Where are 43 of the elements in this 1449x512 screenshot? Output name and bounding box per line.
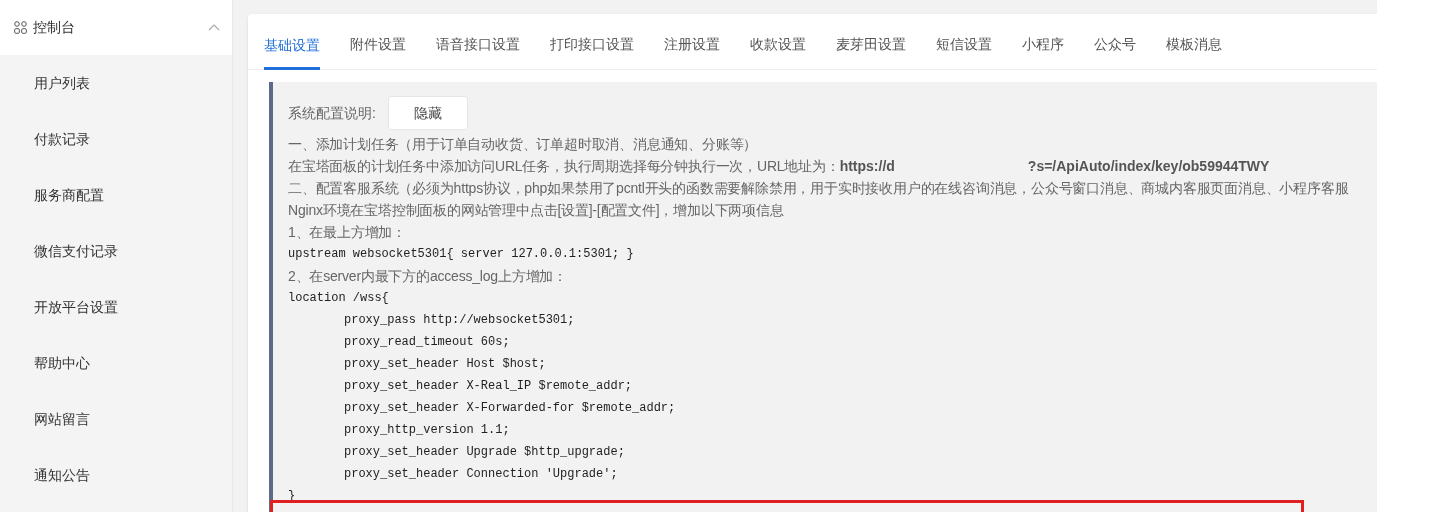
code-line: proxy_read_timeout 60s;	[344, 334, 510, 351]
sidebar-item[interactable]: 付款记录	[0, 111, 232, 167]
tab[interactable]: 基础设置	[264, 35, 320, 70]
grid-icon	[14, 21, 27, 34]
sidebar-item[interactable]: 微信支付记录	[0, 223, 232, 279]
code-line: proxy_set_header Host $host;	[344, 356, 546, 373]
notice-text: 一、添加计划任务（用于订单自动收货、订单超时取消、消息通知、分账等）	[288, 134, 758, 154]
code-line: proxy_set_header Connection 'Upgrade';	[344, 466, 618, 483]
sidebar-item[interactable]: 通知公告	[0, 447, 232, 503]
tab[interactable]: 短信设置	[936, 34, 992, 69]
sidebar-item[interactable]: 服务商配置	[0, 167, 232, 223]
sidebar-item[interactable]: 用户列表	[0, 55, 232, 111]
code-line: proxy_set_header X-Real_IP $remote_addr;	[344, 378, 633, 395]
notice-text: 2、在server内最下方的access_log上方增加：	[288, 266, 567, 286]
tab[interactable]: 模板消息	[1166, 34, 1222, 69]
code-line: upstream websocket5301{ server 127.0.0.1:5301; }	[288, 246, 634, 263]
sidebar-header[interactable]: 控制台	[0, 0, 232, 55]
hide-button[interactable]: 隐藏	[387, 96, 468, 130]
code-line: proxy_pass http://websocket5301;	[344, 312, 575, 329]
url-text: https://d	[839, 156, 895, 176]
sidebar-item[interactable]: 开放平台设置	[0, 279, 232, 335]
notice-text: Nginx环境在宝塔控制面板的网站管理中点击[设置]-[配置文件]，增加以下两项信息	[288, 200, 784, 220]
notice-text: 在宝塔面板的计划任务中添加访问URL任务，执行周期选择每分钟执行一次，URL地址为：	[288, 156, 840, 176]
tab[interactable]: 公众号	[1094, 34, 1136, 69]
code-line: proxy_set_header Upgrade $http_upgrade;	[344, 444, 625, 461]
url-text: ?s=/ApiAuto/index/key/ob59944TWY	[1027, 156, 1270, 176]
notice-label: 系统配置说明:	[288, 103, 376, 123]
tab[interactable]: 语音接口设置	[436, 34, 520, 69]
chevron-icon	[208, 24, 220, 31]
tab[interactable]: 附件设置	[350, 34, 406, 69]
tab[interactable]: 小程序	[1022, 34, 1064, 69]
tab[interactable]: 收款设置	[750, 34, 806, 69]
notice-text: 1、在最上方增加：	[288, 222, 406, 242]
sidebar-title: 控制台	[33, 18, 75, 37]
notice-text: 二、配置客服系统（必须为https协议，php如果禁用了pcntl开头的函数需要解除禁用，用于实时接收用户的在线咨询消息，公众号窗口消息、商城内客服页面消息、小程序客服	[288, 178, 1349, 198]
sidebar-item[interactable]: 帮助中心	[0, 335, 232, 391]
code-line: location /wss{	[288, 290, 389, 307]
code-line: proxy_set_header X-Forwarded-for $remote_addr;	[344, 400, 676, 417]
tab[interactable]: 打印接口设置	[550, 34, 634, 69]
code-line: proxy_http_version 1.1;	[344, 422, 510, 439]
tab[interactable]: 注册设置	[664, 34, 720, 69]
tab[interactable]: 麦芽田设置	[836, 34, 906, 69]
sidebar-item[interactable]: 网站留言	[0, 391, 232, 447]
